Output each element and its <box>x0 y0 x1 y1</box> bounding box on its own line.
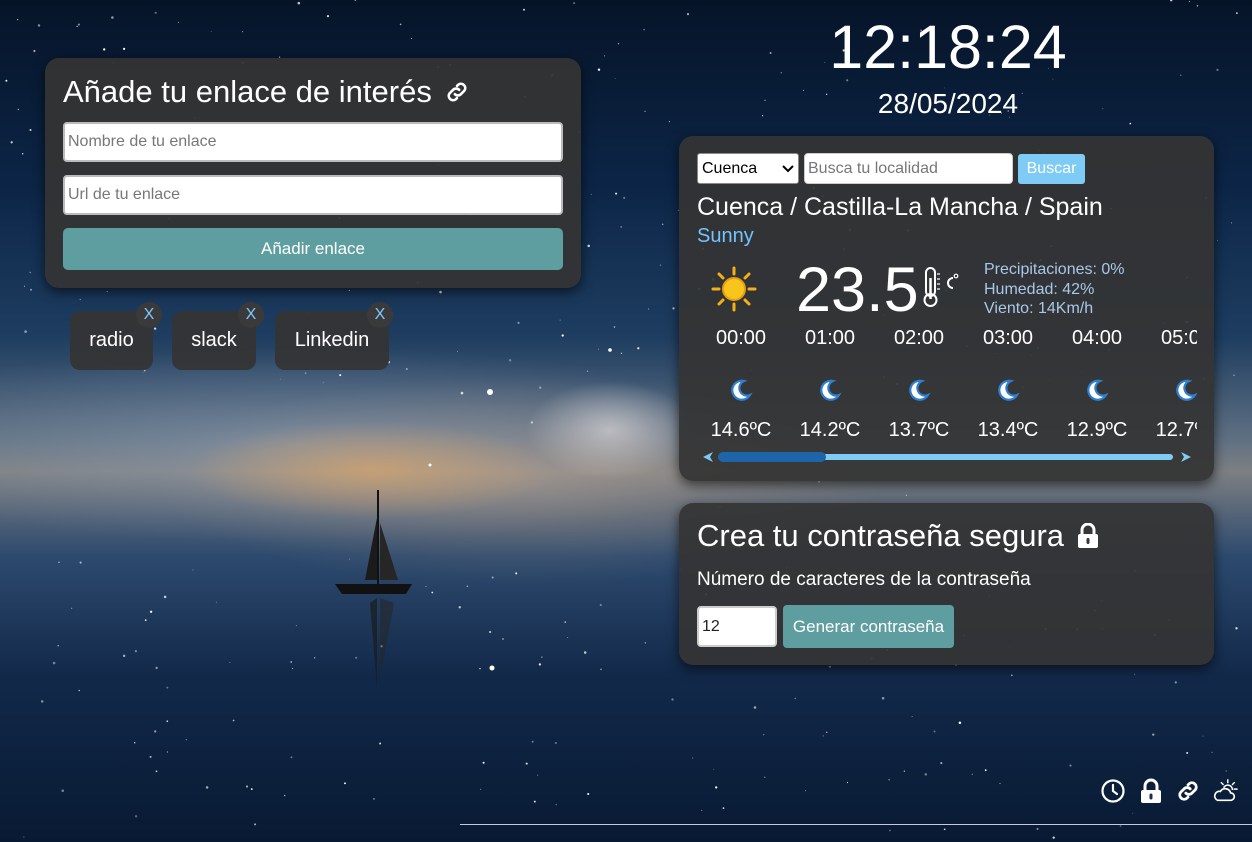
link-chip-label: Linkedin <box>294 329 370 351</box>
moon-icon <box>820 379 842 401</box>
hour-label: 00:00 <box>715 327 767 349</box>
scroll-left-arrow-icon[interactable] <box>701 450 715 464</box>
city-search-input[interactable] <box>804 153 1013 184</box>
remove-link-button[interactable]: X <box>367 302 393 328</box>
sailboat-image <box>335 490 412 688</box>
password-panel: Crea tu contraseña segura Número de cara… <box>679 503 1214 665</box>
bottom-divider <box>460 824 1252 825</box>
scroll-right-arrow-icon[interactable] <box>1179 450 1193 464</box>
password-length-input[interactable] <box>697 606 777 647</box>
password-length-label: Número de caracteres de la contraseña <box>697 569 1031 590</box>
sun-icon <box>711 266 757 312</box>
link-chip-slack[interactable]: slack X <box>172 302 264 370</box>
hour-temperature: 12.7ºC <box>1155 419 1197 441</box>
remove-link-button[interactable]: X <box>238 302 264 328</box>
hour-label: 04:00 <box>1071 327 1123 349</box>
precipitation: Precipitaciones: 0% <box>984 261 1125 278</box>
weather-condition: Sunny <box>697 225 754 247</box>
remove-link-button[interactable]: X <box>136 302 162 328</box>
moon-icon <box>1087 379 1109 401</box>
weather-location: Cuenca / Castilla-La Mancha / Spain <box>697 193 1103 221</box>
hour-temperature: 12.9ºC <box>1066 419 1128 441</box>
generate-password-button[interactable]: Generar contraseña <box>783 605 954 648</box>
weather-panel: Cuenca Buscar Cuenca / Castilla-La Manch… <box>679 136 1214 481</box>
link-name-input[interactable] <box>63 122 563 162</box>
wind: Viento: 14Km/h <box>984 300 1094 317</box>
hour-label: 05:00 <box>1160 327 1197 349</box>
cloud-sun-icon[interactable] <box>1212 778 1238 804</box>
lock-icon <box>1078 523 1099 548</box>
clock-date: 28/05/2024 <box>877 88 1019 119</box>
clock-time: 12:18:24 <box>829 13 1067 81</box>
hourly-item: 04:00 12.9ºC <box>1053 326 1141 442</box>
link-icon[interactable] <box>1175 778 1201 804</box>
link-url-input[interactable] <box>63 175 563 215</box>
humidity: Humedad: 42% <box>984 280 1095 298</box>
link-icon <box>447 82 467 102</box>
hour-label: 03:00 <box>982 327 1034 349</box>
links-panel: Añade tu enlace de interés Añadir enlace <box>45 58 581 288</box>
password-title: Crea tu contraseña segura <box>697 518 1100 554</box>
chevron-down-icon <box>782 164 794 172</box>
clock-icon[interactable] <box>1100 778 1126 804</box>
lock-icon[interactable] <box>1138 778 1164 804</box>
city-select-value: Cuenca <box>702 159 758 177</box>
moon-icon <box>1176 379 1197 401</box>
hour-label: 01:00 <box>804 327 856 349</box>
hourly-item: 02:00 13.7ºC <box>875 326 963 442</box>
hour-temperature: 14.2ºC <box>799 419 861 441</box>
hourly-forecast[interactable]: 00:00 14.6ºC 01:00 14.2ºC 02:00 13.7ºC 0… <box>697 326 1197 444</box>
thermometer-celsius-icon <box>923 267 959 307</box>
hour-label: 02:00 <box>893 327 945 349</box>
weather-details: Precipitaciones: 0% Humedad: 42% Viento:… <box>984 260 1125 319</box>
links-title: Añade tu enlace de interés <box>63 74 470 110</box>
moon-icon <box>909 379 931 401</box>
search-button[interactable]: Buscar <box>1018 154 1085 184</box>
link-chip-radio[interactable]: radio X <box>70 302 162 370</box>
link-chip-linkedin[interactable]: Linkedin X <box>275 302 393 370</box>
scrollbar-thumb[interactable] <box>718 452 826 462</box>
link-chip-label: radio <box>89 329 134 351</box>
hourly-item: 00:00 14.6ºC <box>697 326 785 442</box>
hour-temperature: 14.6ºC <box>710 419 772 441</box>
link-chip-label: slack <box>191 329 237 351</box>
links-title-text: Añade tu enlace de interés <box>63 74 432 109</box>
add-link-button[interactable]: Añadir enlace <box>63 228 563 270</box>
hour-temperature: 13.7ºC <box>888 419 950 441</box>
moon-icon <box>998 379 1020 401</box>
hour-temperature: 13.4ºC <box>977 419 1039 441</box>
city-select[interactable]: Cuenca <box>697 153 799 184</box>
password-title-text: Crea tu contraseña segura <box>697 518 1065 553</box>
hourly-item: 01:00 14.2ºC <box>786 326 874 442</box>
hourly-item: 05:00 12.7ºC <box>1142 326 1197 442</box>
current-temperature: 23.5 <box>796 255 919 325</box>
moon-icon <box>731 379 753 401</box>
hourly-item: 03:00 13.4ºC <box>964 326 1052 442</box>
